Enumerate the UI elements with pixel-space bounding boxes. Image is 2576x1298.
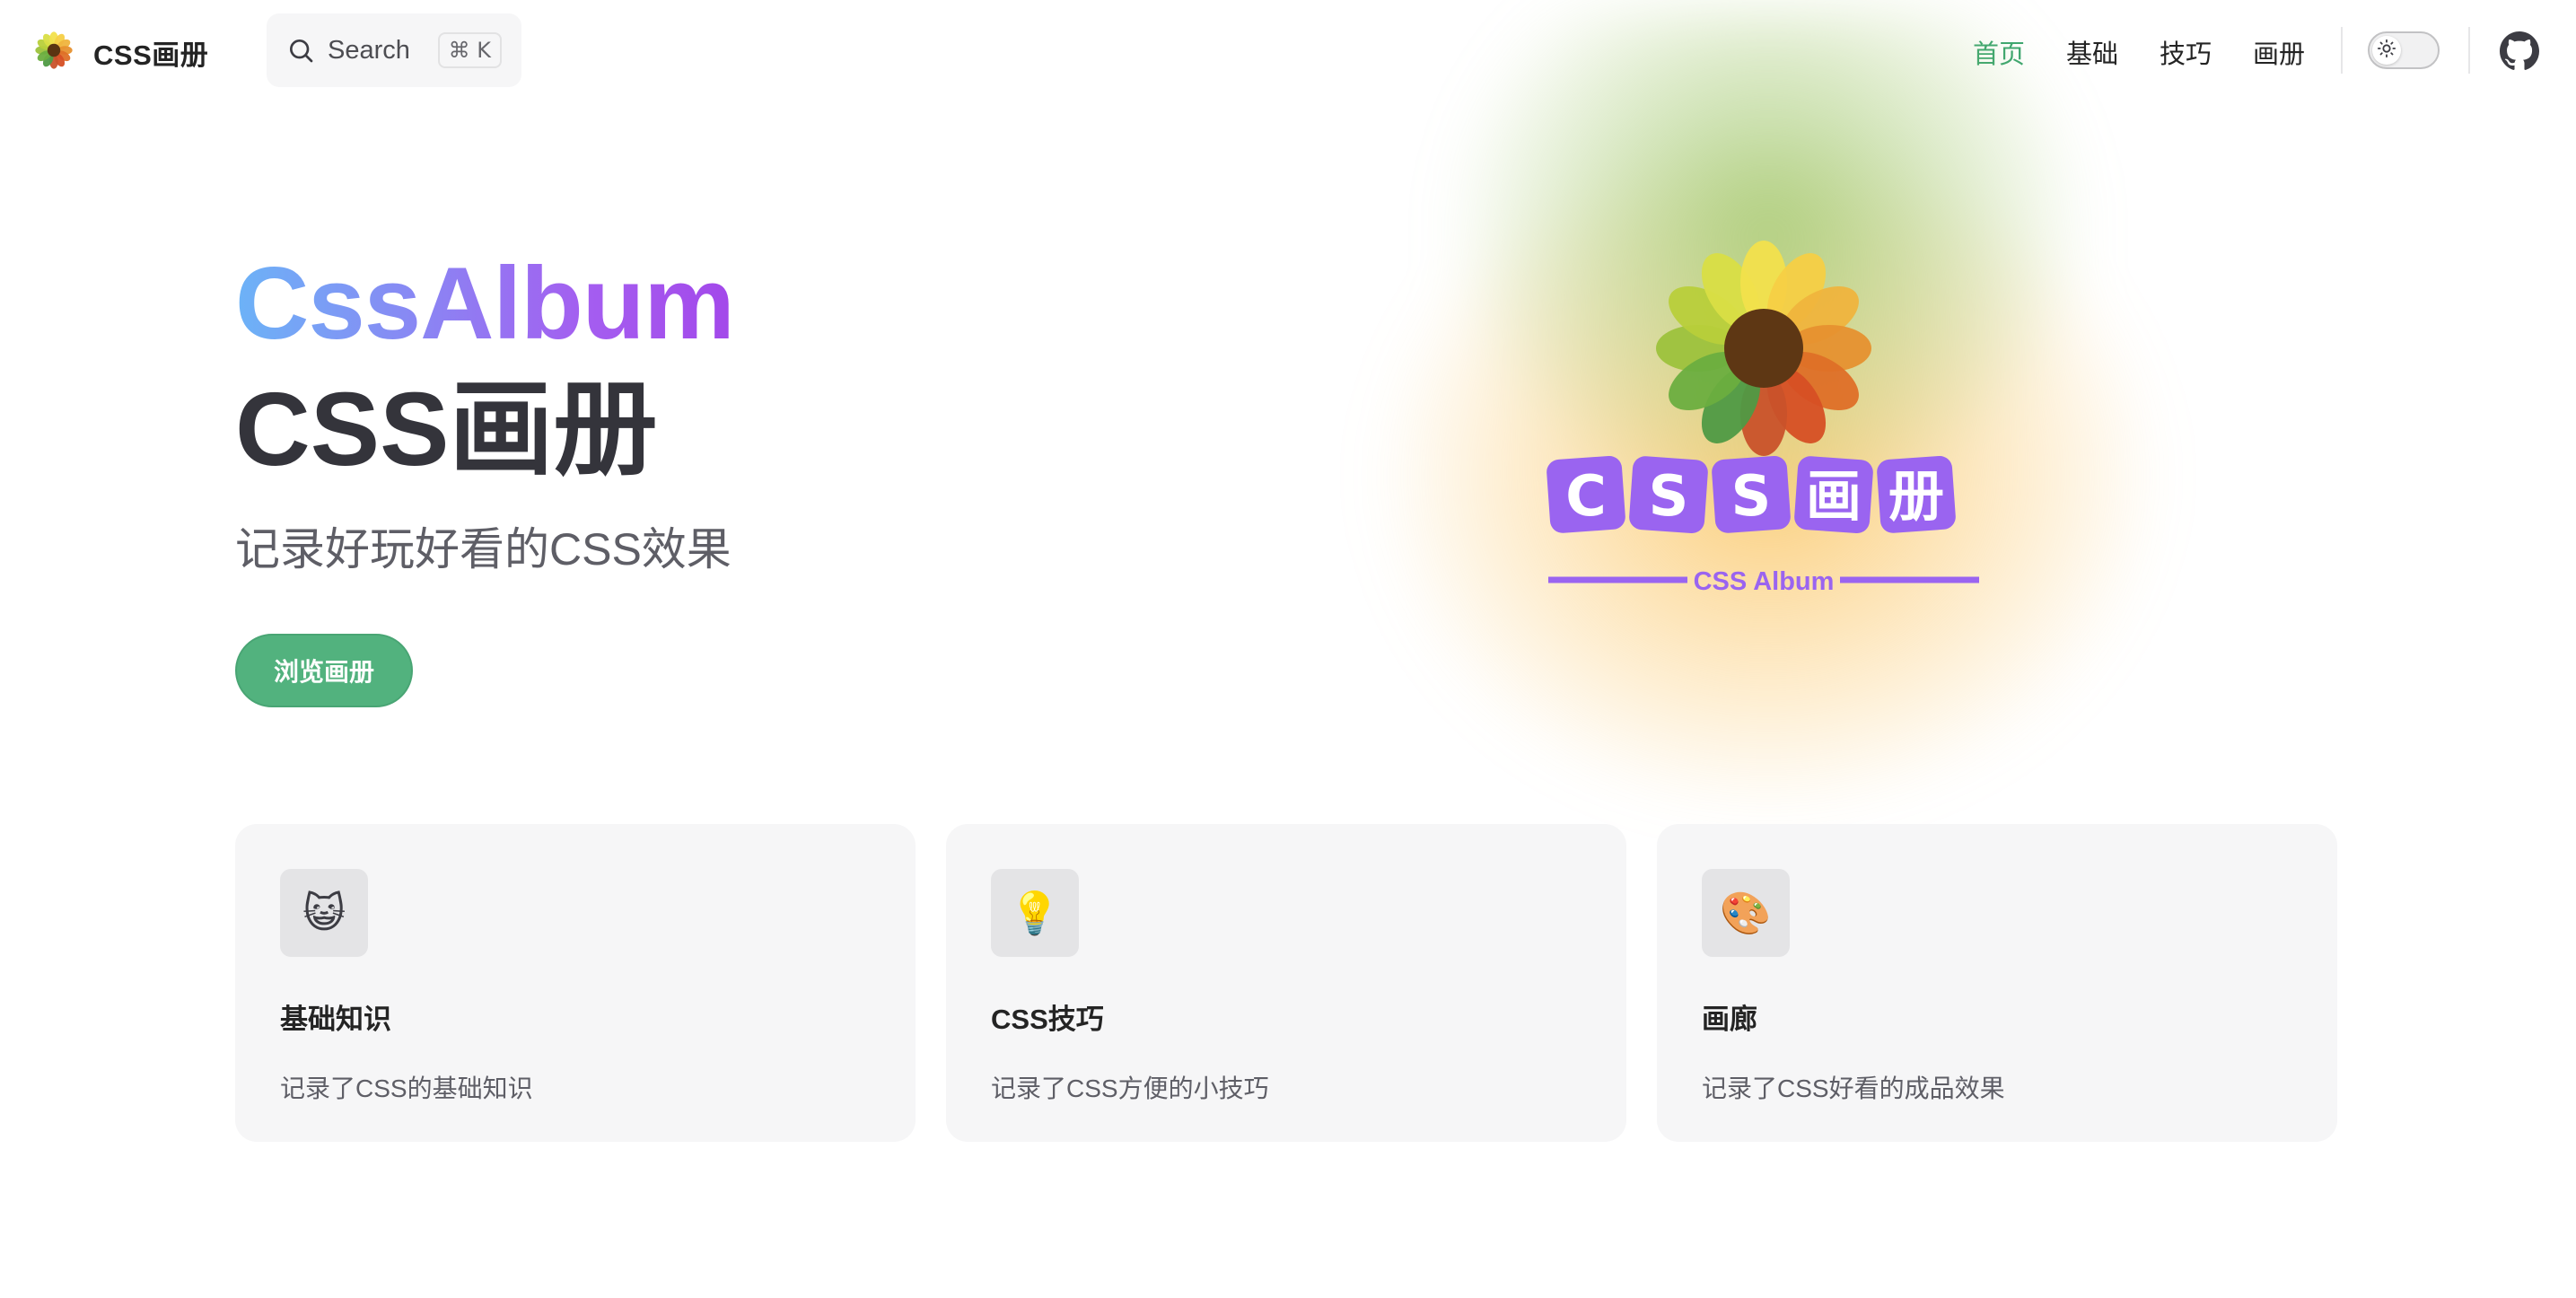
nav-link-tips[interactable]: 技巧 xyxy=(2160,33,2212,71)
search-shortcut-key: ⌘ K xyxy=(437,32,502,68)
theme-toggle[interactable] xyxy=(2368,31,2440,69)
sunflower-logo-icon xyxy=(32,29,75,76)
browse-album-button[interactable]: 浏览画册 xyxy=(235,634,413,707)
logo-letter: S xyxy=(1649,463,1689,529)
logo-letter: S xyxy=(1731,463,1772,529)
nav-link-album[interactable]: 画册 xyxy=(2253,33,2305,71)
feature-details: 记录了CSS的基础知识 xyxy=(280,1074,533,1102)
brand-title: CSS画册 xyxy=(93,39,209,71)
search-label: Search xyxy=(328,35,410,65)
hero-tagline: 记录好玩好看的CSS效果 xyxy=(235,524,732,574)
feature-card-tips[interactable]: 💡 CSS技巧 记录了CSS方便的小技巧 xyxy=(946,824,1626,1142)
lightbulb-emoji-icon: 💡 xyxy=(991,869,1079,957)
sunflower-icon xyxy=(1656,241,1871,456)
brand-link[interactable]: CSS画册 xyxy=(32,27,208,77)
logo-letter: 画 xyxy=(1806,463,1862,529)
nav-link-basics[interactable]: 基础 xyxy=(2066,33,2118,71)
sun-icon xyxy=(2377,39,2396,63)
hero-logo: CSS画册 CSS Album xyxy=(1546,232,1979,609)
logo-letter: C xyxy=(1565,463,1607,529)
feature-title: 基础知识 xyxy=(280,1004,391,1035)
nav-link-home[interactable]: 首页 xyxy=(1973,33,2025,71)
github-icon xyxy=(2500,31,2539,71)
search-button[interactable]: Search ⌘ K xyxy=(267,13,521,87)
top-nav: CSS画册 Search ⌘ K 首页 基础 技巧 画册 xyxy=(0,0,2576,104)
search-icon xyxy=(286,36,315,65)
nav-divider xyxy=(2468,27,2470,74)
feature-title: CSS技巧 xyxy=(991,1004,1104,1035)
logo-letter: 册 xyxy=(1888,463,1944,529)
logo-wordmark: CSS画册 xyxy=(1546,455,1956,534)
palette-emoji-icon: 🎨 xyxy=(1702,869,1790,957)
hero-text: CSS画册 xyxy=(235,371,658,487)
cat-emoji-icon: 😺 xyxy=(280,869,368,957)
feature-title: 画廊 xyxy=(1702,1004,1757,1035)
github-link[interactable] xyxy=(2500,31,2539,71)
nav-divider xyxy=(2341,27,2343,74)
hero-name: CssAlbum xyxy=(235,247,735,361)
logo-subtitle: CSS Album xyxy=(1694,567,1835,596)
feature-details: 记录了CSS方便的小技巧 xyxy=(991,1074,1269,1102)
feature-card-basics[interactable]: 😺 基础知识 记录了CSS的基础知识 xyxy=(235,824,916,1142)
feature-card-gallery[interactable]: 🎨 画廊 记录了CSS好看的成品效果 xyxy=(1657,824,2337,1142)
theme-toggle-knob xyxy=(2372,36,2401,65)
feature-details: 记录了CSS好看的成品效果 xyxy=(1702,1074,2005,1102)
nav-links: 首页 基础 技巧 画册 xyxy=(1973,27,2305,77)
